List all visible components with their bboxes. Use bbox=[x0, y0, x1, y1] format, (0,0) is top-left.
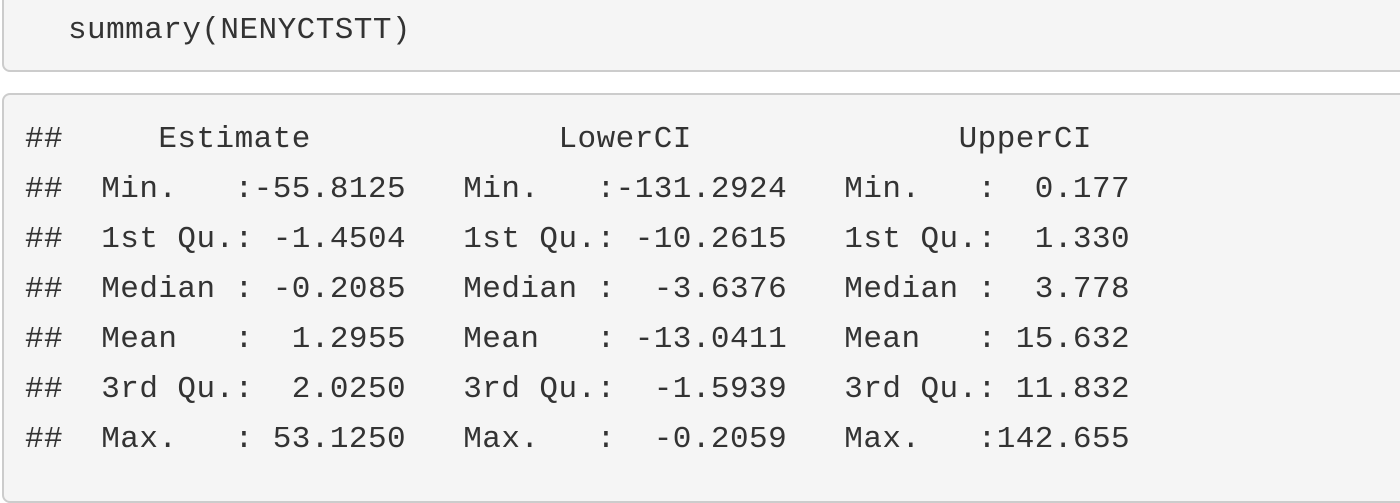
code-output-block: ## Estimate LowerCI UpperCI ## Min. :-55… bbox=[2, 93, 1400, 503]
output-line-3rd-qu: ## 3rd Qu.: 2.0250 3rd Qu.: -1.5939 3rd … bbox=[25, 372, 1169, 407]
output-line-max: ## Max. : 53.1250 Max. : -0.2059 Max. :1… bbox=[25, 422, 1169, 457]
output-line-mean: ## Mean : 1.2955 Mean : -13.0411 Mean : … bbox=[25, 322, 1169, 357]
output-line-median: ## Median : -0.2085 Median : -3.6376 Med… bbox=[25, 272, 1169, 307]
output-line-min: ## Min. :-55.8125 Min. :-131.2924 Min. :… bbox=[25, 172, 1169, 207]
code-input: summary(NENYCTSTT) bbox=[68, 13, 411, 48]
output-line-1st-qu: ## 1st Qu.: -1.4504 1st Qu.: -10.2615 1s… bbox=[25, 222, 1169, 257]
code-input-block: summary(NENYCTSTT) bbox=[2, 0, 1400, 72]
code-output: ## Estimate LowerCI UpperCI ## Min. :-55… bbox=[25, 115, 1206, 465]
output-line-header: ## Estimate LowerCI UpperCI bbox=[25, 122, 1207, 157]
